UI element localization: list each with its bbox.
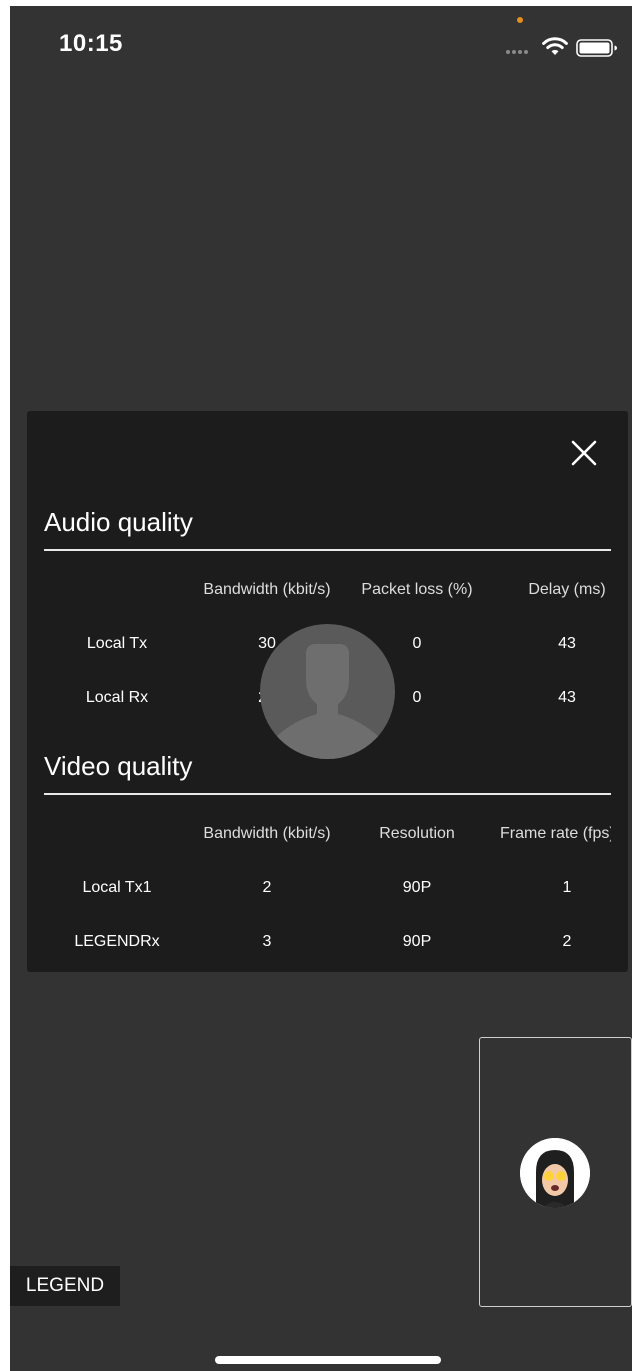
status-time: 10:15 [59,30,123,57]
battery-icon [576,39,617,57]
audio-row-packet-loss: 0 [412,635,422,652]
audio-row-label: Local Tx [86,635,148,652]
video-row-resolution: 90P [402,879,432,896]
video-row-label: Local Tx1 [82,879,152,896]
audio-header-packet-loss: Packet loss (%) [361,581,473,598]
video-header-resolution: Resolution [379,825,455,842]
privacy-indicator-dot [517,17,523,23]
person-silhouette-icon [277,644,378,759]
legend-label: LEGEND [10,1266,120,1306]
video-row-bandwidth: 2 [262,879,272,896]
remote-user-avatar [260,624,395,759]
video-header-frame-rate: Frame rate (fps) [500,825,611,842]
audio-row-delay: 43 [558,635,576,652]
video-quality-title: Video quality [44,751,193,781]
audio-row-delay: 43 [558,689,576,706]
close-icon[interactable] [564,433,604,473]
video-divider [44,793,611,795]
cellular-signal-icon [506,50,528,54]
call-screen: 10:15 Audio quality Bandwidth (kbit/s) P… [10,6,632,1371]
audio-header-delay: Delay (ms) [528,581,606,598]
wifi-icon [542,37,568,55]
audio-header-bandwidth: Bandwidth (kbit/s) [203,581,331,598]
video-header-bandwidth: Bandwidth (kbit/s) [203,825,331,842]
local-video-preview[interactable] [479,1037,632,1307]
video-row-bandwidth: 3 [262,933,272,950]
video-row-label: LEGENDRx [74,933,160,950]
video-row-resolution: 90P [402,933,432,950]
video-row-frame-rate: 1 [562,879,572,896]
video-row-frame-rate: 2 [562,933,572,950]
audio-divider [44,549,611,551]
audio-quality-title: Audio quality [44,507,193,537]
home-indicator[interactable] [215,1356,441,1364]
audio-row-label: Local Rx [85,689,149,706]
memoji-avatar-icon [520,1138,590,1208]
